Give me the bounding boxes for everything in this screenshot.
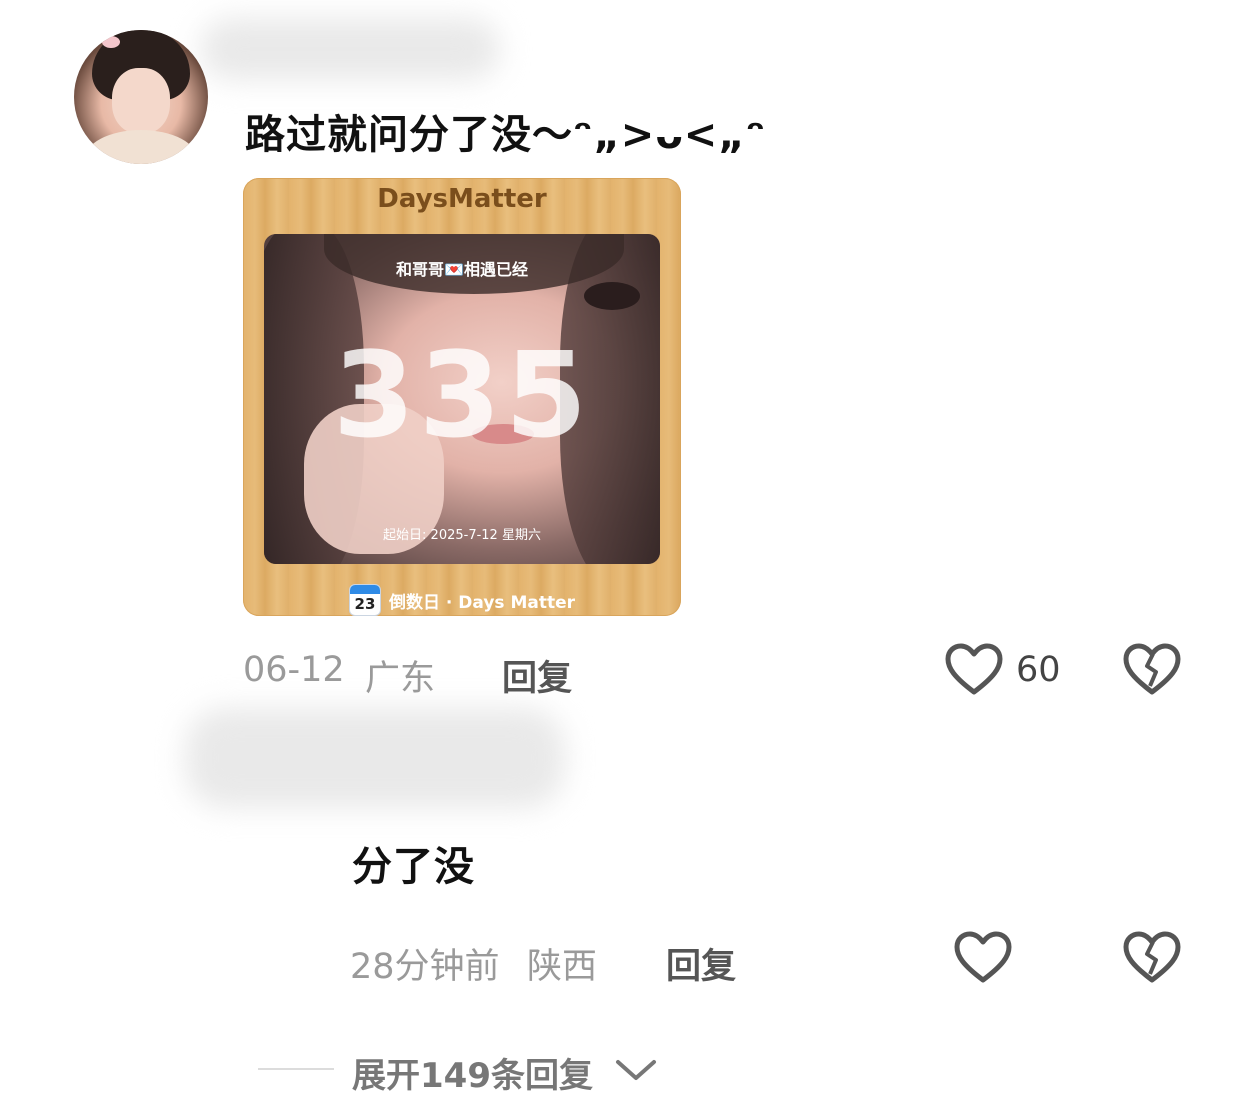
- like-count: 60: [1016, 650, 1061, 690]
- comment-image[interactable]: DaysMatter 和哥哥💌相遇已经 335 起始日: 2025-7-12 星…: [243, 178, 681, 616]
- reply-button[interactable]: 回复: [502, 650, 572, 701]
- expand-divider: [258, 1068, 334, 1070]
- day-count: 335: [332, 326, 592, 464]
- chevron-down-icon[interactable]: [614, 1056, 658, 1084]
- reply-location: 陕西: [527, 947, 598, 987]
- comment-text: 路过就问分了没～ᵔ„>ᴗ<„ᵔ: [245, 112, 767, 158]
- commenter-avatar[interactable]: [74, 30, 208, 164]
- card-photo: 和哥哥💌相遇已经 335 起始日: 2025-7-12 星期六: [264, 234, 660, 564]
- card-title: DaysMatter: [377, 184, 547, 214]
- start-date: 起始日: 2025-7-12 星期六: [383, 528, 541, 543]
- heart-outline-icon[interactable]: [944, 642, 1004, 698]
- card-footer: 23 倒数日 · Days Matter: [243, 584, 681, 616]
- reply-comment-text: 分了没: [352, 844, 475, 890]
- reply-button-2[interactable]: 回复: [666, 938, 736, 989]
- card-caption: 和哥哥💌相遇已经: [396, 260, 528, 279]
- heart-outline-icon[interactable]: [953, 930, 1013, 986]
- expand-replies-button[interactable]: 展开149条回复: [352, 1048, 593, 1097]
- broken-heart-icon[interactable]: [1122, 930, 1182, 986]
- comment-location: 广东: [365, 659, 436, 699]
- comment-date: 06-12: [243, 650, 345, 690]
- card-footer-text: 倒数日 · Days Matter: [388, 592, 576, 613]
- calendar-icon: 23: [348, 584, 381, 616]
- reply-username-blurred: [185, 708, 565, 808]
- username-blurred: [200, 18, 500, 80]
- broken-heart-icon[interactable]: [1122, 642, 1182, 698]
- reply-time: 28分钟前: [350, 947, 500, 987]
